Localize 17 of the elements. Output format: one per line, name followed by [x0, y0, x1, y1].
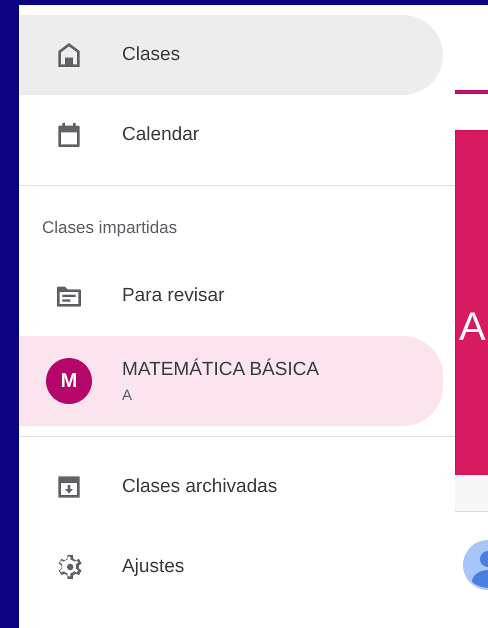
class-avatar: M	[46, 358, 92, 404]
item-subtitle: A	[122, 386, 134, 404]
item-label: Calendar	[122, 124, 200, 146]
drawer-item[interactable]: Para revisar	[19, 256, 443, 336]
tab-indicator	[455, 90, 488, 94]
item-label: Clases	[122, 44, 180, 66]
item-label: MATEMÁTICA BÁSICA	[122, 358, 320, 380]
item-label: Para revisar	[122, 285, 224, 307]
card-title: A	[459, 305, 486, 350]
item-label: Clases archivadas	[122, 476, 278, 498]
drawer-item[interactable]: Clases archivadas	[19, 447, 443, 527]
drawer-item[interactable]: Ajustes	[19, 527, 443, 607]
drawer-item[interactable]: Calendar	[19, 95, 443, 175]
item-label: Ajustes	[122, 556, 184, 578]
section-header: Clases impartidas	[41, 217, 178, 239]
drawer-item[interactable]: Clases	[19, 15, 443, 95]
drawer-item[interactable]: M MATEMÁTICA BÁSICA A	[19, 336, 443, 426]
